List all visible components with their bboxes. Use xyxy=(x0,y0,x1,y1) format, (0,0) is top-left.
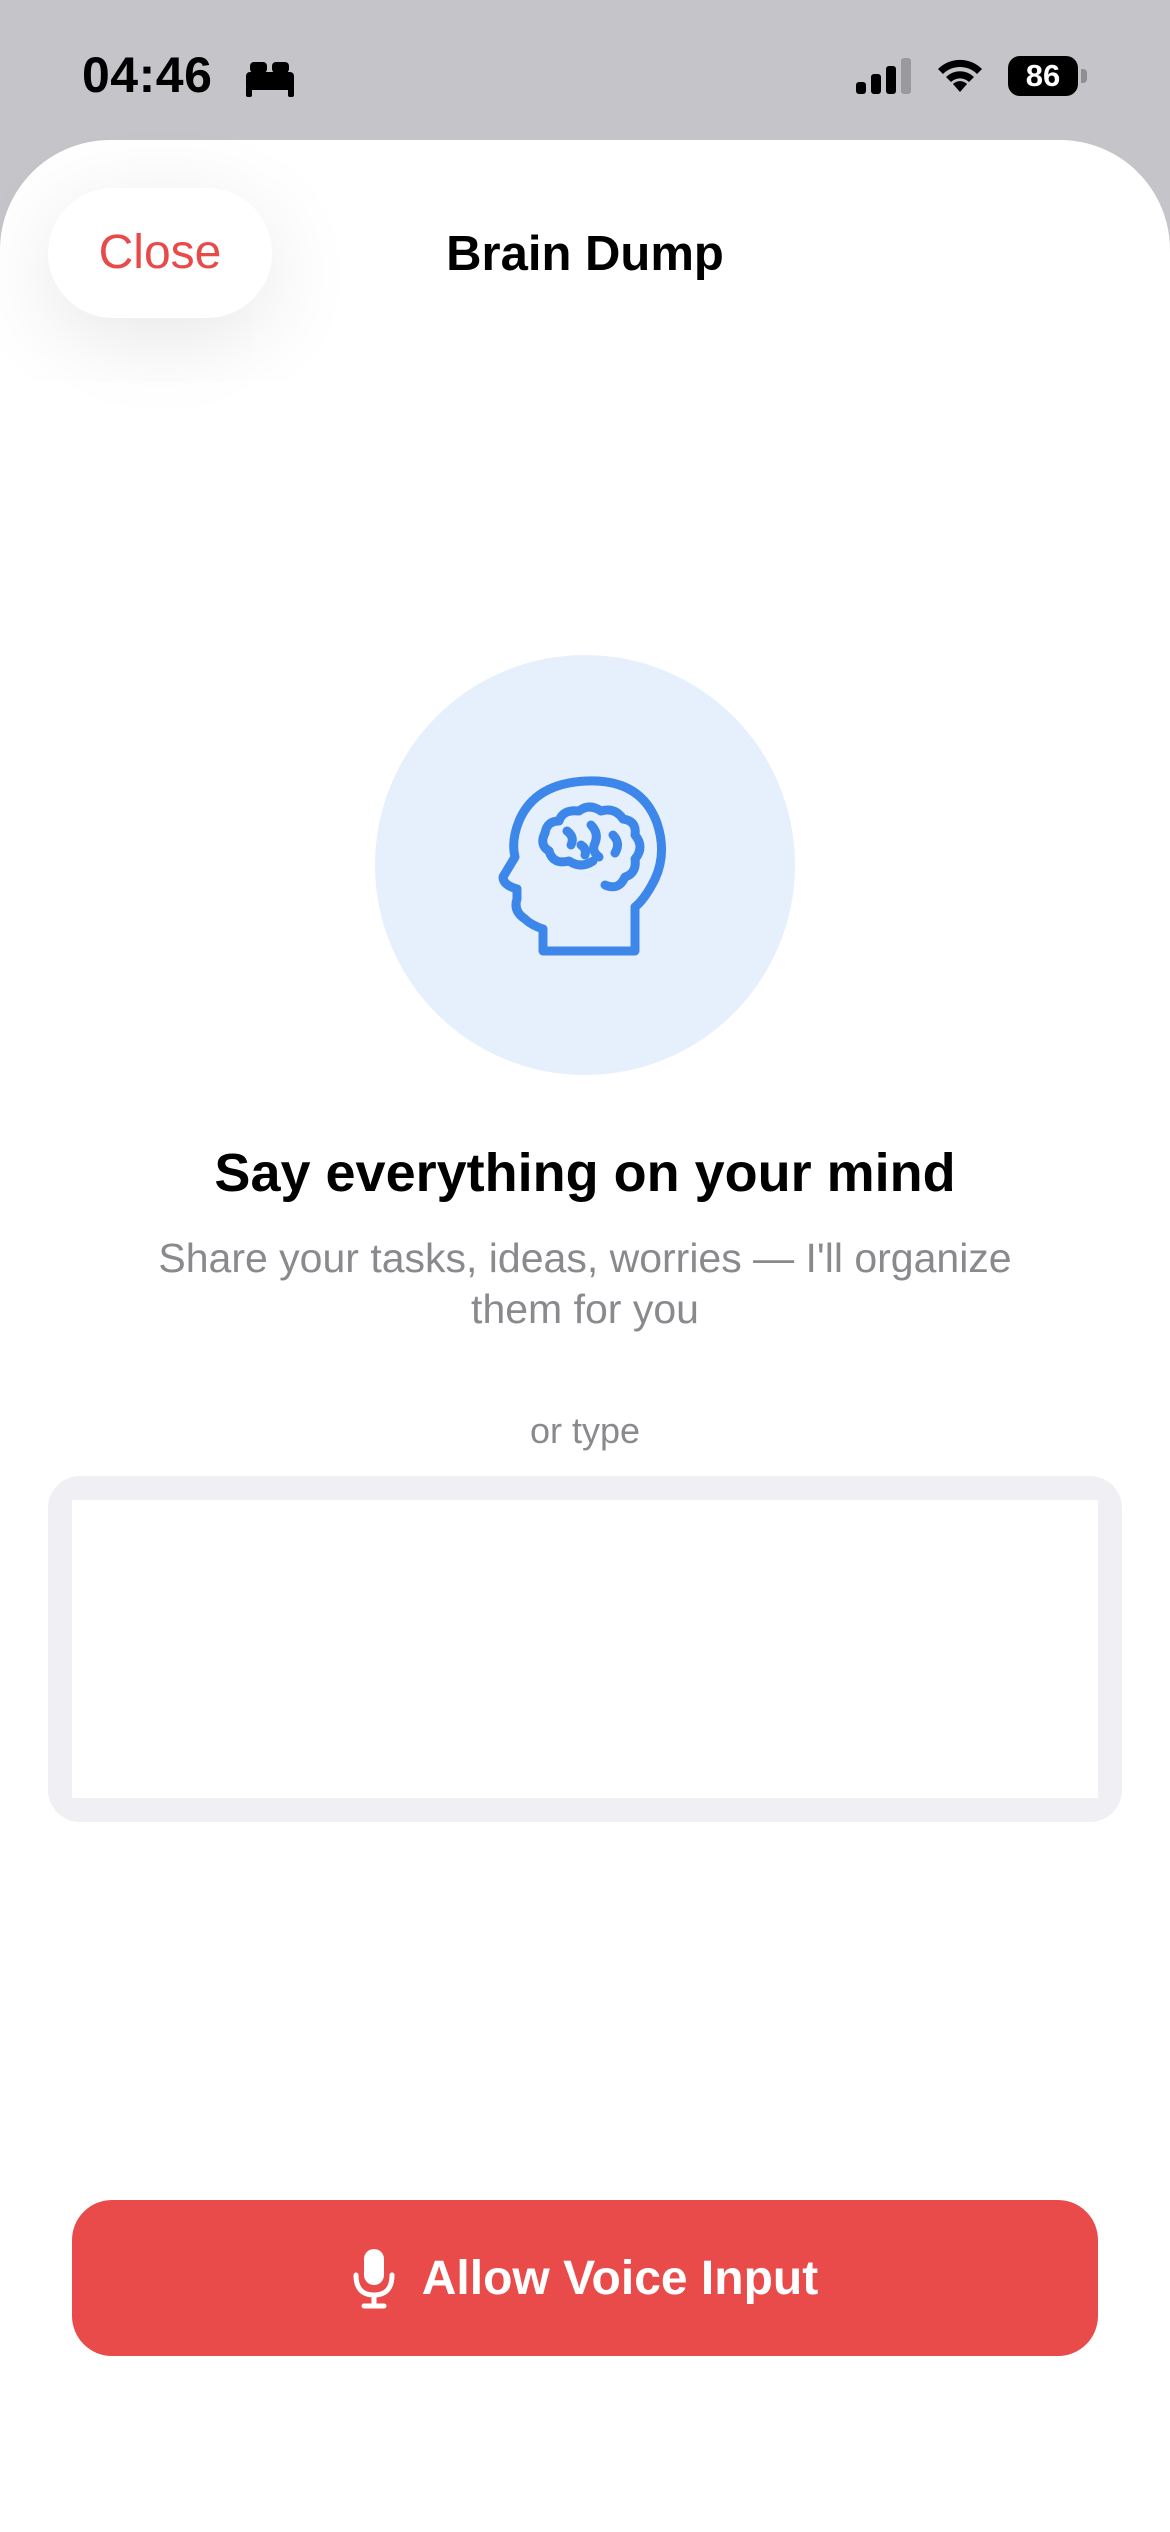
status-time: 04:46 xyxy=(82,47,213,103)
battery-tip xyxy=(1081,69,1087,83)
allow-voice-input-button[interactable]: Allow Voice Input xyxy=(72,2200,1098,2356)
signal-icon xyxy=(856,58,911,94)
headline: Say everything on your mind xyxy=(214,1143,956,1203)
battery-level: 86 xyxy=(1008,56,1078,96)
voice-button-label: Allow Voice Input xyxy=(421,2251,819,2305)
brain-head-icon xyxy=(498,776,666,956)
battery-icon: 86 xyxy=(1008,56,1090,96)
status-bar: 04:46 86 xyxy=(0,0,1170,140)
text-input-frame xyxy=(48,1476,1122,1822)
bed-icon xyxy=(246,62,294,97)
microphone-icon xyxy=(353,2249,395,2309)
sheet-title: Brain Dump xyxy=(446,227,724,281)
subtext: Share your tasks, ideas, worries — I'll … xyxy=(158,1235,1012,1332)
brain-illustration xyxy=(375,655,795,1075)
wifi-icon xyxy=(938,59,982,92)
or-type-label: or type xyxy=(529,1410,641,1451)
brain-dump-text-input[interactable] xyxy=(72,1500,1098,1798)
brain-dump-sheet: Close Brain Dump Say everything on your … xyxy=(0,140,1170,2532)
